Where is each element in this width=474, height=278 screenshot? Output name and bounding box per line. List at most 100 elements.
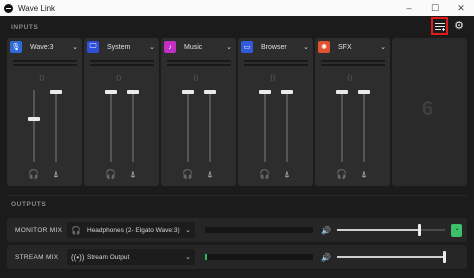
channel-name: System	[107, 43, 131, 51]
link-icon[interactable]: ⟨⟩	[347, 74, 352, 82]
broadcast-icon[interactable]: ⍋	[204, 169, 216, 180]
inputs-section-label: INPUTS	[11, 24, 39, 31]
chevron-down-icon[interactable]: ⌄	[72, 43, 78, 51]
stream-level-meter	[205, 254, 313, 260]
headphones-icon: 🎧	[71, 225, 81, 235]
channel-name: Wave:3	[30, 43, 54, 51]
monitor-fader-thumb[interactable]	[105, 90, 117, 94]
stream-fader-track[interactable]	[132, 90, 134, 162]
channel-header[interactable]: 🖵 System ⌄	[87, 41, 157, 53]
monitor-volume-thumb[interactable]	[418, 224, 422, 236]
monitor-fader-thumb[interactable]	[182, 90, 194, 94]
broadcast-icon[interactable]: ⍋	[281, 169, 293, 180]
outputs-section-label: OUTPUTS	[11, 201, 47, 208]
empty-channel-slot[interactable]: 6	[392, 38, 467, 186]
headphones-icon[interactable]: 🎧	[182, 169, 194, 180]
section-divider	[7, 195, 467, 196]
channel-level-meter-bottom	[13, 64, 77, 66]
monitor-fader-thumb[interactable]	[28, 117, 40, 122]
headphones-icon[interactable]: 🎧	[336, 169, 348, 180]
link-icon[interactable]: ⟨⟩	[116, 74, 121, 82]
filter-button[interactable]	[431, 17, 449, 35]
broadcast-icon[interactable]: ⍋	[358, 169, 370, 180]
monitor-volume-fill	[336, 229, 421, 231]
stream-fader-track[interactable]	[55, 90, 57, 162]
channel-strip: ▭ Browser ⌄ ⟨⟩ 🎧 ⍋	[238, 38, 313, 186]
chevron-down-icon: ⌄	[185, 227, 191, 234]
chevron-down-icon: ⌄	[185, 254, 191, 261]
monitor-fader-track[interactable]	[264, 90, 266, 162]
monitor-speaker-icon[interactable]: 🔊	[321, 226, 331, 235]
monitor-icon: 🖵	[87, 41, 99, 53]
microphone-icon: 🎙	[10, 41, 22, 53]
channel-name: Music	[184, 43, 203, 51]
channel-level-meter-bottom	[167, 64, 231, 66]
monitor-fader-thumb[interactable]	[336, 90, 348, 94]
channel-strip: ♪ Music ⌄ ⟨⟩ 🎧 ⍋	[161, 38, 236, 186]
channel-strip: 🖵 System ⌄ ⟨⟩ 🎧 ⍋	[84, 38, 159, 186]
channel-level-meter-bottom	[321, 64, 385, 66]
stream-fader-thumb[interactable]	[127, 90, 139, 94]
broadcast-icon: ((•))	[71, 252, 85, 262]
channel-header[interactable]: 🎙 Wave:3 ⌄	[10, 41, 80, 53]
stream-volume-fill	[336, 256, 445, 258]
headphones-icon[interactable]: 🎧	[259, 169, 271, 180]
monitor-device-select[interactable]: 🎧 Headphones (2- Elgato Wave:3) ⌄	[67, 222, 195, 238]
chevron-down-icon[interactable]: ⌄	[380, 43, 386, 51]
headphones-icon[interactable]: 🎧	[28, 169, 40, 180]
broadcast-icon[interactable]: ⍋	[50, 169, 62, 180]
stream-fader-track[interactable]	[209, 90, 211, 162]
monitor-fader-track[interactable]	[33, 90, 35, 162]
channel-strip: 🎙 Wave:3 ⌄ ⟨⟩ 🎧 ⍋	[7, 38, 82, 186]
stream-fader-track[interactable]	[286, 90, 288, 162]
stream-level-meter-fill	[205, 254, 208, 260]
gear-icon[interactable]: ⚙	[454, 20, 464, 32]
headphones-icon[interactable]: 🎧	[105, 169, 117, 180]
filter-icon	[434, 22, 445, 31]
browser-icon: ▭	[241, 41, 253, 53]
monitor-fader-track[interactable]	[187, 90, 189, 162]
channel-level-meter-top	[167, 60, 231, 62]
monitor-mix-row: MONITOR MIX 🎧 Headphones (2- Elgato Wave…	[7, 218, 467, 242]
channel-level-meter-top	[321, 60, 385, 62]
monitor-fader-track[interactable]	[110, 90, 112, 162]
channel-name: SFX	[338, 43, 352, 51]
sfx-icon: ✺	[318, 41, 330, 53]
chevron-down-icon[interactable]: ⌄	[226, 43, 232, 51]
channel-strip: ✺ SFX ⌄ ⟨⟩ 🎧 ⍋	[315, 38, 390, 186]
channel-header[interactable]: ✺ SFX ⌄	[318, 41, 388, 53]
monitor-volume-slider[interactable]	[336, 224, 445, 236]
maximize-button[interactable]: ☐	[422, 0, 448, 16]
channel-header[interactable]: ♪ Music ⌄	[164, 41, 234, 53]
stream-device-name: Stream Output	[87, 253, 130, 261]
link-icon[interactable]: ⟨⟩	[39, 74, 44, 82]
stream-fader-track[interactable]	[363, 90, 365, 162]
channel-level-meter-top	[244, 60, 308, 62]
channel-level-meter-bottom	[244, 64, 308, 66]
monitor-fader-track[interactable]	[341, 90, 343, 162]
stream-speaker-icon[interactable]: 🔊	[321, 253, 331, 262]
channel-name: Browser	[261, 43, 287, 51]
stream-volume-thumb[interactable]	[442, 251, 446, 263]
stream-fader-thumb[interactable]	[358, 90, 370, 94]
stream-fader-thumb[interactable]	[281, 90, 293, 94]
stream-mix-label: STREAM MIX	[15, 253, 59, 261]
close-button[interactable]: ✕	[448, 0, 474, 16]
monitor-mix-label: MONITOR MIX	[15, 226, 63, 234]
stream-fader-thumb[interactable]	[204, 90, 216, 94]
stream-fader-thumb[interactable]	[50, 90, 62, 94]
link-icon[interactable]: ⟨⟩	[270, 74, 275, 82]
wave-link-logo-icon	[4, 3, 13, 13]
stream-volume-slider[interactable]	[336, 251, 446, 263]
window-title: Wave Link	[18, 3, 56, 13]
stream-device-select[interactable]: ((•)) Stream Output ⌄	[67, 249, 195, 265]
chevron-down-icon[interactable]: ⌄	[149, 43, 155, 51]
channel-header[interactable]: ▭ Browser ⌄	[241, 41, 311, 53]
link-icon[interactable]: ⟨⟩	[193, 74, 198, 82]
monitor-device-name: Headphones (2- Elgato Wave:3)	[87, 226, 180, 234]
broadcast-icon[interactable]: ⍋	[127, 169, 139, 180]
minimize-button[interactable]: –	[396, 0, 422, 16]
chevron-down-icon[interactable]: ⌄	[303, 43, 309, 51]
monitor-fader-thumb[interactable]	[259, 90, 271, 94]
monitor-ear-icon[interactable]: ◔	[450, 223, 462, 237]
